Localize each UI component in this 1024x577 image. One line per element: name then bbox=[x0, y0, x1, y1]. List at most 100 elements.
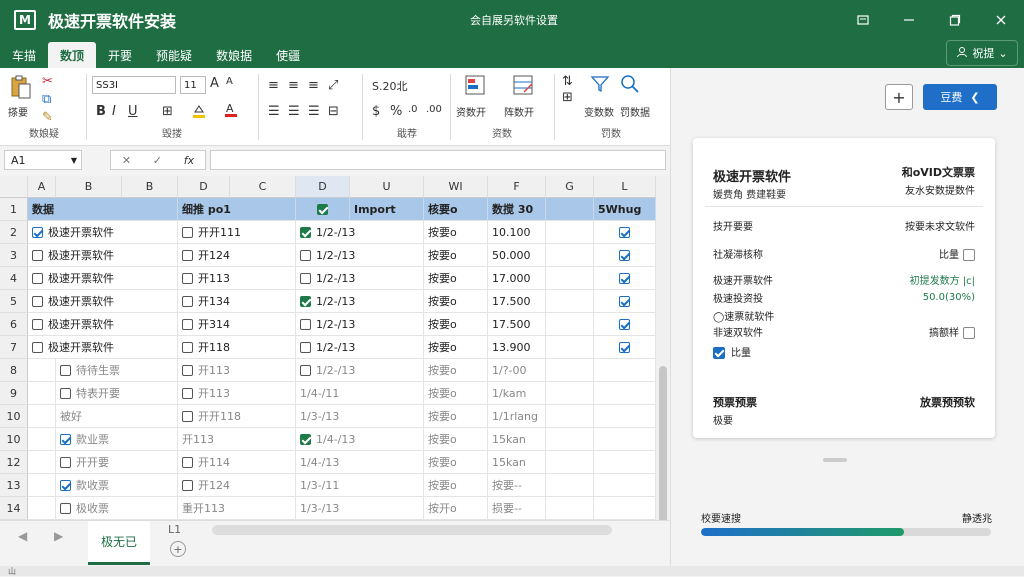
tab-1[interactable]: 数顶 bbox=[48, 42, 97, 68]
row-header[interactable]: 10 bbox=[0, 405, 28, 428]
status[interactable]: 按要o bbox=[424, 313, 488, 336]
checkbox[interactable] bbox=[60, 456, 71, 468]
date[interactable]: 1/2-/13 bbox=[296, 267, 424, 290]
checkbox[interactable] bbox=[32, 226, 43, 238]
checkbox[interactable] bbox=[182, 295, 193, 307]
blank[interactable] bbox=[546, 221, 594, 244]
grid-icon[interactable]: ⊞ bbox=[562, 90, 573, 105]
font-size-select[interactable]: 11 bbox=[180, 76, 206, 94]
checkbox[interactable] bbox=[713, 347, 725, 359]
confirm-icon[interactable]: ✓ bbox=[153, 154, 162, 167]
date[interactable]: 1/4-/13 bbox=[296, 451, 424, 474]
increase-font-icon[interactable]: A bbox=[210, 76, 219, 91]
header-whug[interactable]: 5Whug bbox=[594, 198, 656, 221]
conditional-format-icon[interactable] bbox=[464, 74, 486, 100]
amount[interactable]: 17.500 bbox=[488, 290, 546, 313]
item-name[interactable]: 被好 bbox=[56, 405, 178, 428]
filter-icon[interactable] bbox=[590, 74, 610, 98]
cell[interactable] bbox=[28, 405, 56, 428]
cut-icon[interactable]: ✂ bbox=[42, 74, 53, 89]
blank[interactable] bbox=[546, 451, 594, 474]
column-header[interactable]: B bbox=[122, 176, 178, 198]
checkbox[interactable] bbox=[60, 433, 71, 445]
column-header[interactable]: D bbox=[296, 176, 350, 198]
checkbox[interactable] bbox=[963, 249, 975, 261]
status[interactable]: 按要o bbox=[424, 244, 488, 267]
code[interactable]: 开113 bbox=[178, 428, 296, 451]
row-header[interactable]: 1 bbox=[0, 198, 28, 221]
checkbox[interactable] bbox=[182, 410, 193, 422]
row-header[interactable]: 5 bbox=[0, 290, 28, 313]
checkbox[interactable] bbox=[182, 318, 193, 330]
item-name[interactable]: 极收票 bbox=[56, 497, 178, 520]
blank[interactable] bbox=[546, 405, 594, 428]
code[interactable]: 开开118 bbox=[178, 405, 296, 428]
font-color-icon[interactable]: A bbox=[224, 102, 238, 122]
tab-2[interactable]: 开要 bbox=[96, 42, 144, 68]
paste-icon[interactable] bbox=[10, 74, 32, 104]
checkbox[interactable] bbox=[300, 295, 311, 307]
checkbox[interactable] bbox=[618, 341, 630, 353]
code[interactable]: 开118 bbox=[178, 336, 296, 359]
row-header[interactable]: 4 bbox=[0, 267, 28, 290]
header-blank[interactable] bbox=[546, 198, 594, 221]
share-button[interactable]: 祝提 ⌄ bbox=[946, 40, 1018, 66]
code[interactable]: 开114 bbox=[178, 451, 296, 474]
filter-label-1[interactable]: 罚数据 bbox=[620, 104, 650, 119]
item-name[interactable]: 极速开票软件 bbox=[28, 290, 178, 313]
horizontal-scrollbar[interactable] bbox=[212, 525, 612, 535]
name-box[interactable]: A1 ▼ bbox=[4, 150, 82, 170]
code[interactable]: 开113 bbox=[178, 359, 296, 382]
column-header[interactable]: U bbox=[350, 176, 424, 198]
header-po[interactable]: 细推 po1 bbox=[178, 198, 296, 221]
checkbox[interactable] bbox=[60, 502, 71, 514]
code[interactable]: 开134 bbox=[178, 290, 296, 313]
vertical-scrollbar[interactable] bbox=[656, 176, 670, 556]
tab-0[interactable]: 车描 bbox=[0, 42, 48, 68]
column-header[interactable]: G bbox=[546, 176, 594, 198]
row-header[interactable]: 9 bbox=[0, 382, 28, 405]
checkbox[interactable] bbox=[60, 364, 71, 376]
date[interactable]: 1/3-/13 bbox=[296, 405, 424, 428]
checkbox[interactable] bbox=[32, 318, 43, 330]
checkbox[interactable] bbox=[300, 433, 311, 445]
blank[interactable] bbox=[546, 497, 594, 520]
amount[interactable]: 1/kam bbox=[488, 382, 546, 405]
flag[interactable] bbox=[594, 428, 656, 451]
checkbox[interactable] bbox=[60, 387, 71, 399]
checkbox[interactable] bbox=[182, 364, 193, 376]
cell[interactable] bbox=[28, 451, 56, 474]
checkbox[interactable] bbox=[300, 341, 311, 353]
checkbox[interactable] bbox=[182, 479, 193, 491]
blank[interactable] bbox=[546, 336, 594, 359]
status[interactable]: 按要o bbox=[424, 451, 488, 474]
add-button[interactable]: + bbox=[885, 84, 913, 110]
status[interactable]: 按要o bbox=[424, 405, 488, 428]
formula-input[interactable] bbox=[210, 150, 666, 170]
align-right-icon[interactable]: ☰ bbox=[308, 104, 320, 119]
italic-icon[interactable]: I bbox=[112, 104, 116, 119]
align-left-icon[interactable]: ☰ bbox=[268, 104, 280, 119]
amount[interactable]: 13.900 bbox=[488, 336, 546, 359]
row-header[interactable]: 6 bbox=[0, 313, 28, 336]
merge-icon[interactable]: ⊟ bbox=[328, 104, 339, 119]
search-icon[interactable] bbox=[620, 74, 640, 98]
code[interactable]: 开113 bbox=[178, 382, 296, 405]
pager-indicator[interactable] bbox=[823, 458, 847, 462]
flag[interactable] bbox=[594, 451, 656, 474]
tools-label-1[interactable]: 阵数开 bbox=[504, 104, 534, 119]
checkbox[interactable] bbox=[182, 249, 193, 261]
date[interactable]: 1/2-/13 bbox=[296, 313, 424, 336]
percent-icon[interactable]: % bbox=[390, 104, 402, 119]
code[interactable]: 重开113 bbox=[178, 497, 296, 520]
amount[interactable]: 1/1rlang bbox=[488, 405, 546, 428]
date[interactable]: 1/2-/13 bbox=[296, 336, 424, 359]
orientation-icon[interactable]: ⤢ bbox=[328, 78, 338, 93]
checkbox[interactable] bbox=[300, 249, 311, 261]
date[interactable]: 1/2-/13 bbox=[296, 290, 424, 313]
checkbox[interactable] bbox=[300, 364, 311, 376]
tab-3[interactable]: 预能疑 bbox=[144, 42, 204, 68]
blank[interactable] bbox=[546, 313, 594, 336]
decimal-decrease-icon[interactable]: .00 bbox=[426, 104, 442, 115]
row-header[interactable]: 7 bbox=[0, 336, 28, 359]
